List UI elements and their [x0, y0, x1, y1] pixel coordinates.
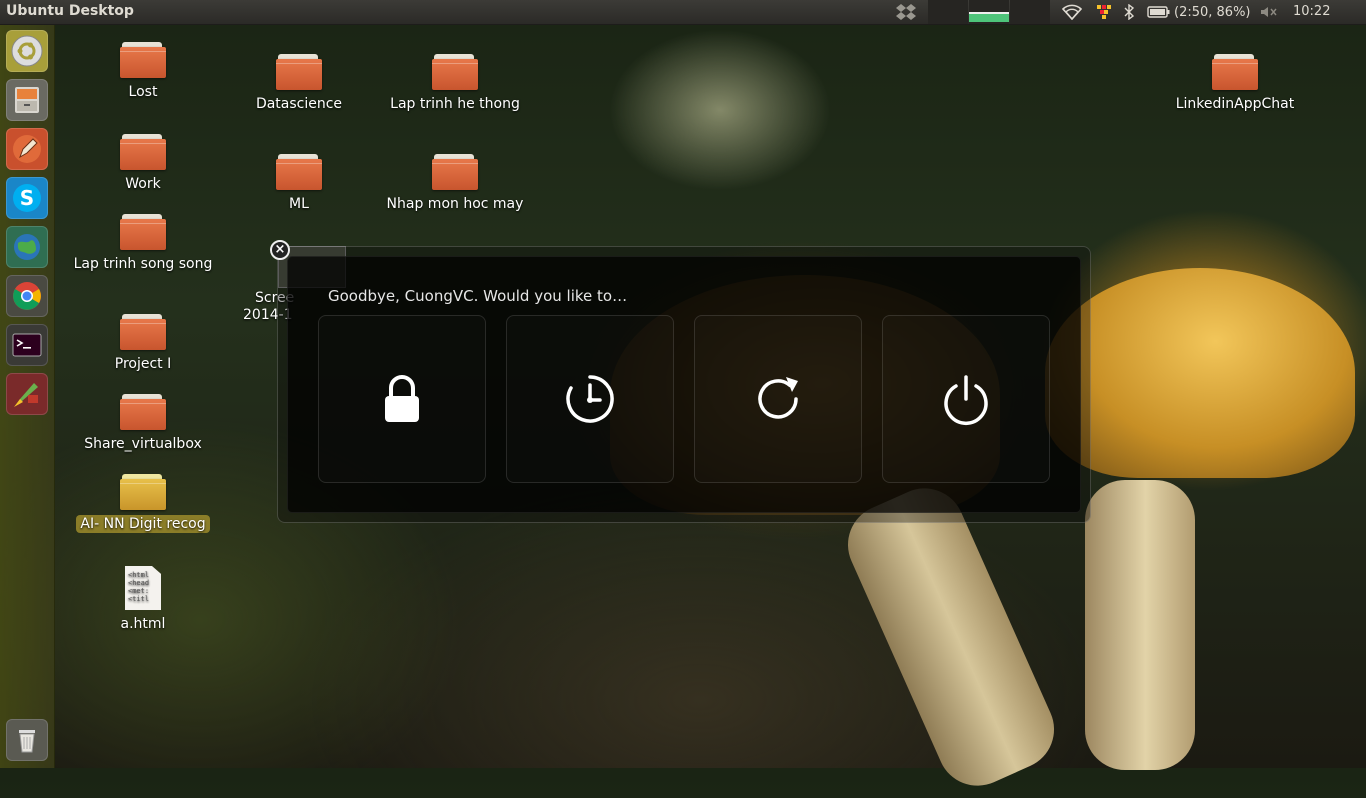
folder-icon — [120, 134, 166, 170]
desktop-icon-label: Work — [125, 176, 161, 192]
logout-dialog: Goodbye, CuongVC. Would you like to… — [277, 246, 1091, 523]
desktop-folder-ml[interactable]: ML — [224, 154, 374, 212]
folder-icon — [120, 314, 166, 350]
file-cabinet-icon — [15, 87, 39, 113]
folder-icon — [432, 154, 478, 190]
pencil-icon — [13, 135, 41, 163]
desktop-folder-ai-nn-digit-recog[interactable]: AI- NN Digit recog — [68, 474, 218, 533]
desktop-icon-label: ML — [289, 196, 309, 212]
desktop-folder-lap-trinh-song-song[interactable]: Lap trinh song song — [68, 214, 218, 272]
bluetooth-icon[interactable] — [1124, 0, 1134, 24]
system-monitor-cpu[interactable] — [928, 0, 968, 24]
launcher-skype[interactable]: S — [6, 177, 48, 219]
battery-indicator[interactable]: (2:50, 86%) — [1147, 0, 1251, 24]
folder-icon — [120, 214, 166, 250]
desktop-folder-lap-trinh-he-thong[interactable]: Lap trinh he thong — [380, 54, 530, 112]
desktop-icon-label: LinkedinAppChat — [1175, 96, 1295, 112]
dropbox-icon[interactable] — [895, 0, 917, 24]
wallpaper-stem-right — [1085, 480, 1195, 770]
paint-brush-icon — [14, 383, 38, 407]
trash-icon — [19, 730, 35, 753]
desktop-folder-nhap-mon-hoc-may[interactable]: Nhap mon hoc may — [380, 154, 530, 212]
launcher-network-browser[interactable] — [6, 226, 48, 268]
clock[interactable]: 10:22 — [1293, 4, 1330, 19]
system-monitor-net[interactable] — [1010, 0, 1050, 24]
launcher-trash[interactable] — [6, 719, 48, 761]
html-file-icon: <html <head <met: <titl — [125, 566, 161, 610]
desktop-icon-label: Lap trinh he thong — [390, 96, 520, 112]
desktop-folder-lost[interactable]: Lost — [68, 42, 218, 100]
suspend-button[interactable] — [506, 315, 674, 483]
folder-icon — [120, 42, 166, 78]
desktop-folder-datascience[interactable]: Datascience — [224, 54, 374, 112]
desktop-icon-label: a.html — [120, 616, 166, 632]
logout-dialog-panel: Goodbye, CuongVC. Would you like to… — [287, 256, 1081, 513]
folder-icon — [432, 54, 478, 90]
launcher-files[interactable] — [6, 79, 48, 121]
wifi-icon[interactable] — [1062, 0, 1082, 24]
restart-button[interactable] — [694, 315, 862, 483]
launcher-chrome[interactable] — [6, 275, 48, 317]
volume-muted-icon[interactable] — [1260, 0, 1278, 24]
lock-icon — [385, 375, 419, 422]
launcher-dash-home[interactable] — [6, 30, 48, 72]
launcher: S — [0, 25, 55, 768]
folder-icon — [1212, 54, 1258, 90]
suspend-clock-icon — [566, 375, 614, 423]
top-panel: Ubuntu Desktop (2:50, 86%) 10:22 — [0, 0, 1366, 25]
folder-icon — [276, 154, 322, 190]
desktop-icon-label: Nhap mon hoc may — [386, 196, 524, 212]
folder-icon — [276, 54, 322, 90]
desktop-icon-label-selected: AI- NN Digit recog — [76, 515, 210, 533]
desktop-icon-label: Datascience — [255, 96, 343, 112]
close-icon[interactable]: × — [270, 240, 290, 260]
desktop-icon-label: Share_virtualbox — [84, 436, 202, 452]
globe-icon — [14, 234, 40, 260]
wallpaper-mushroom-right — [1045, 268, 1355, 478]
launcher-paint[interactable] — [6, 373, 48, 415]
window-title: Ubuntu Desktop — [6, 3, 134, 19]
dialog-message: Goodbye, CuongVC. Would you like to… — [328, 287, 628, 305]
folder-icon — [120, 394, 166, 430]
terminal-icon — [12, 333, 42, 357]
desktop-folder-project-i[interactable]: Project I — [68, 314, 218, 372]
shutdown-button[interactable] — [882, 315, 1050, 483]
chrome-icon — [13, 282, 41, 310]
desktop-folder-share-virtualbox[interactable]: Share_virtualbox — [68, 394, 218, 452]
wallpaper-stem-left — [835, 475, 1067, 798]
desktop-icon-label: Lost — [128, 84, 158, 100]
desktop-icon-label: Project I — [114, 356, 172, 372]
battery-status: (2:50, 86%) — [1174, 4, 1251, 20]
system-monitor-mem[interactable] — [969, 0, 1009, 24]
desktop-folder-linkedinappchat[interactable]: LinkedinAppChat — [1160, 54, 1310, 112]
desktop-folder-work[interactable]: Work — [68, 134, 218, 192]
restart-icon — [758, 377, 798, 419]
lock-button[interactable] — [318, 315, 486, 483]
power-icon — [944, 375, 988, 425]
ubuntu-logo-icon — [11, 35, 43, 67]
desktop-file-a-html[interactable]: <html <head <met: <titl a.html — [68, 566, 218, 632]
battery-icon — [1147, 6, 1170, 18]
launcher-terminal[interactable] — [6, 324, 48, 366]
desktop-icon-label: Lap trinh song song — [73, 256, 213, 272]
folder-icon — [120, 474, 166, 510]
skype-icon: S — [13, 184, 41, 212]
svg-text:S: S — [20, 186, 34, 210]
html-file-preview: <html <head <met: <titl — [128, 571, 150, 603]
keyboard-layout-icon[interactable] — [1096, 0, 1112, 24]
launcher-text-editor[interactable] — [6, 128, 48, 170]
